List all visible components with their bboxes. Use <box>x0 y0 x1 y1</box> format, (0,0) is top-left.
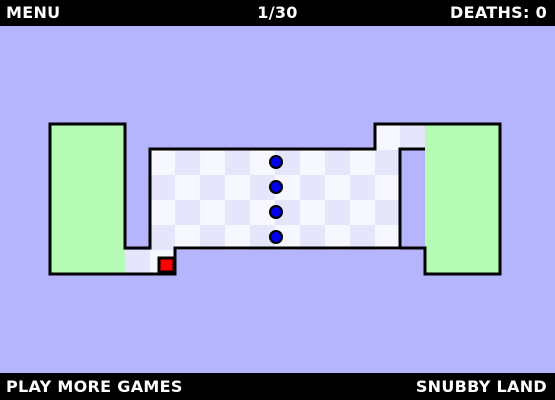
checkered-floor <box>125 124 425 274</box>
enemy-dot <box>269 230 283 244</box>
enemy-dot <box>269 155 283 169</box>
player-square <box>157 256 176 274</box>
snubby-land-link[interactable]: SNUBBY LAND <box>416 373 547 400</box>
goal-safe-zone <box>425 125 500 274</box>
bottom-bar: PLAY MORE GAMES SNUBBY LAND <box>0 373 555 400</box>
enemy-dot <box>269 205 283 219</box>
enemy-dot <box>269 180 283 194</box>
start-safe-zone <box>51 125 125 274</box>
game-field <box>48 122 502 276</box>
play-more-games-link[interactable]: PLAY MORE GAMES <box>6 373 183 400</box>
goal-inner-wall <box>398 147 425 248</box>
